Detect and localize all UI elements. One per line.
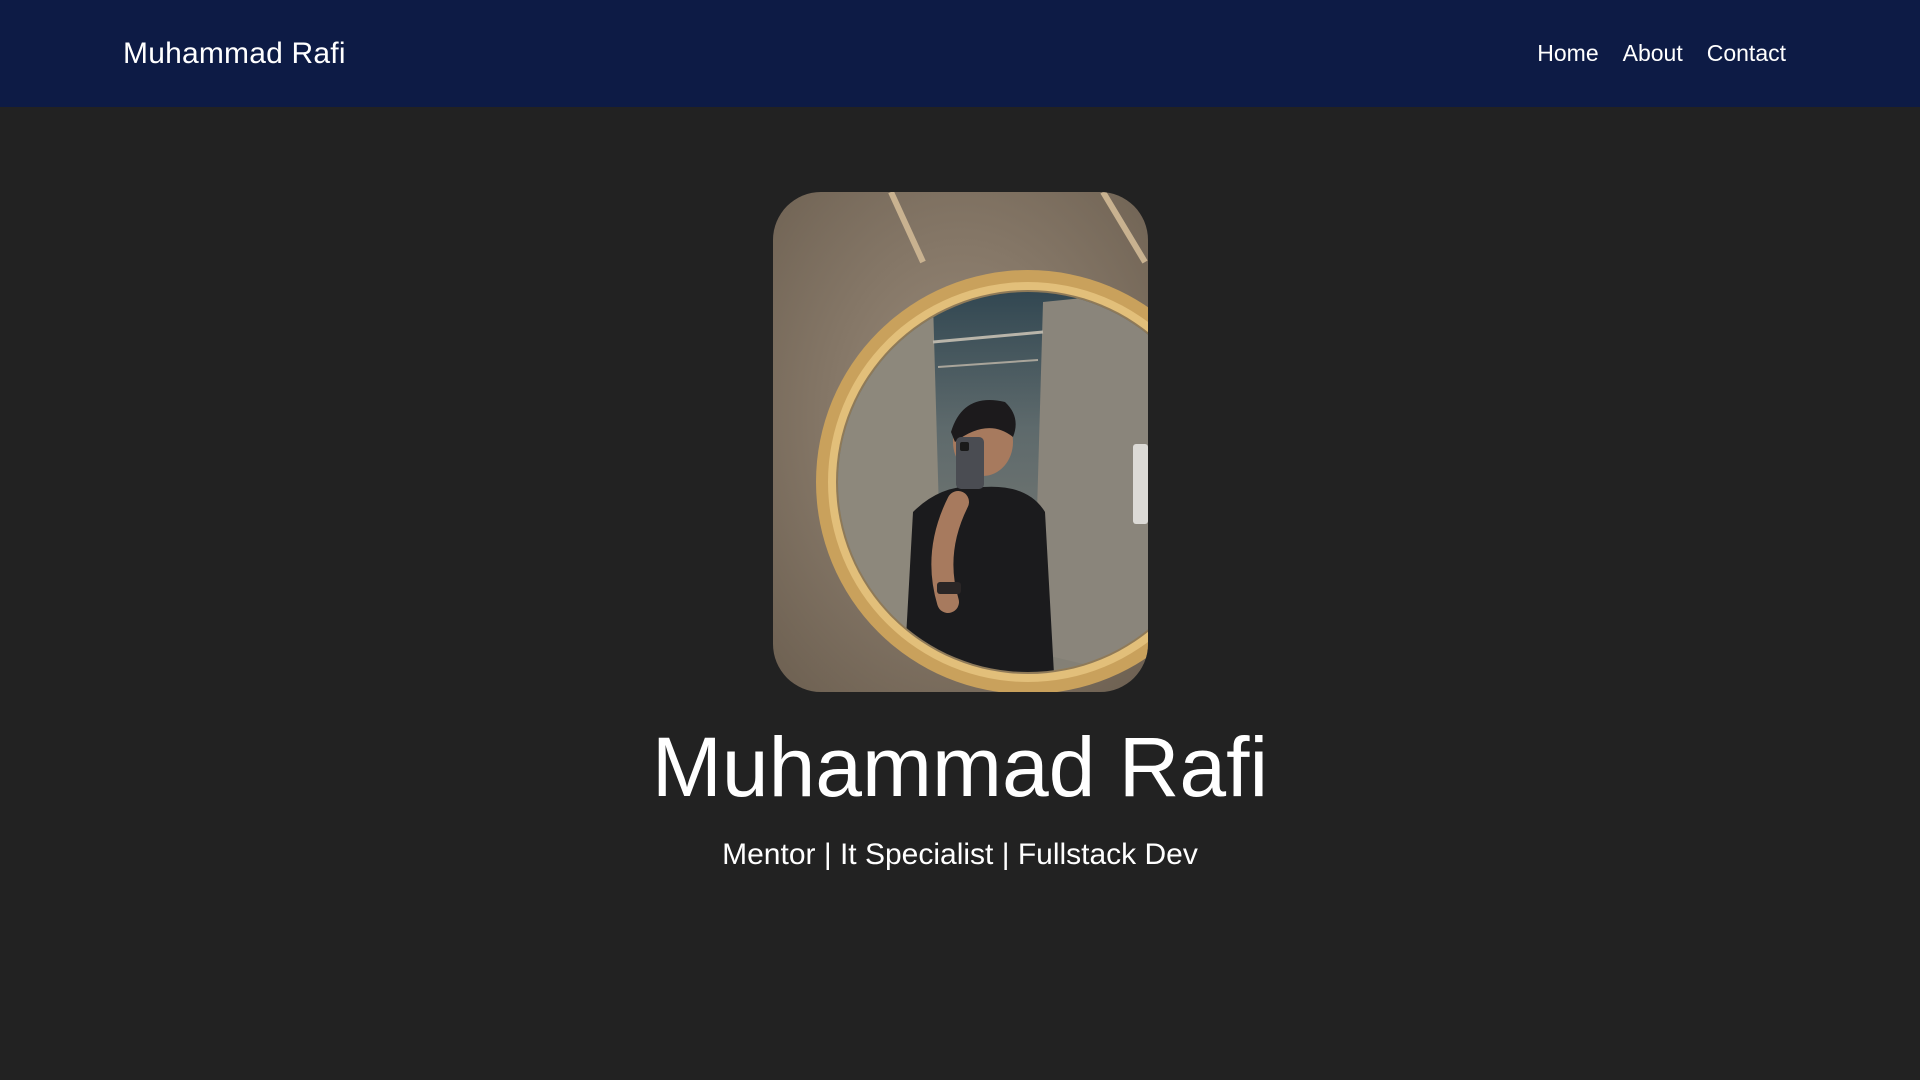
brand-link[interactable]: Muhammad Rafi <box>123 37 346 71</box>
nav-link-contact[interactable]: Contact <box>1707 40 1786 67</box>
nav-links: Home About Contact <box>1537 40 1786 67</box>
navbar: Muhammad Rafi Home About Contact <box>0 0 1920 107</box>
nav-link-about[interactable]: About <box>1623 40 1683 67</box>
hero-tagline: Mentor | It Specialist | Fullstack Dev <box>722 838 1198 871</box>
hero-section: Muhammad Rafi Mentor | It Specialist | F… <box>0 107 1920 1080</box>
hero-name: Muhammad Rafi <box>651 720 1269 814</box>
profile-photo <box>773 192 1148 692</box>
mirror-selfie-image <box>773 192 1148 692</box>
nav-link-home[interactable]: Home <box>1537 40 1598 67</box>
